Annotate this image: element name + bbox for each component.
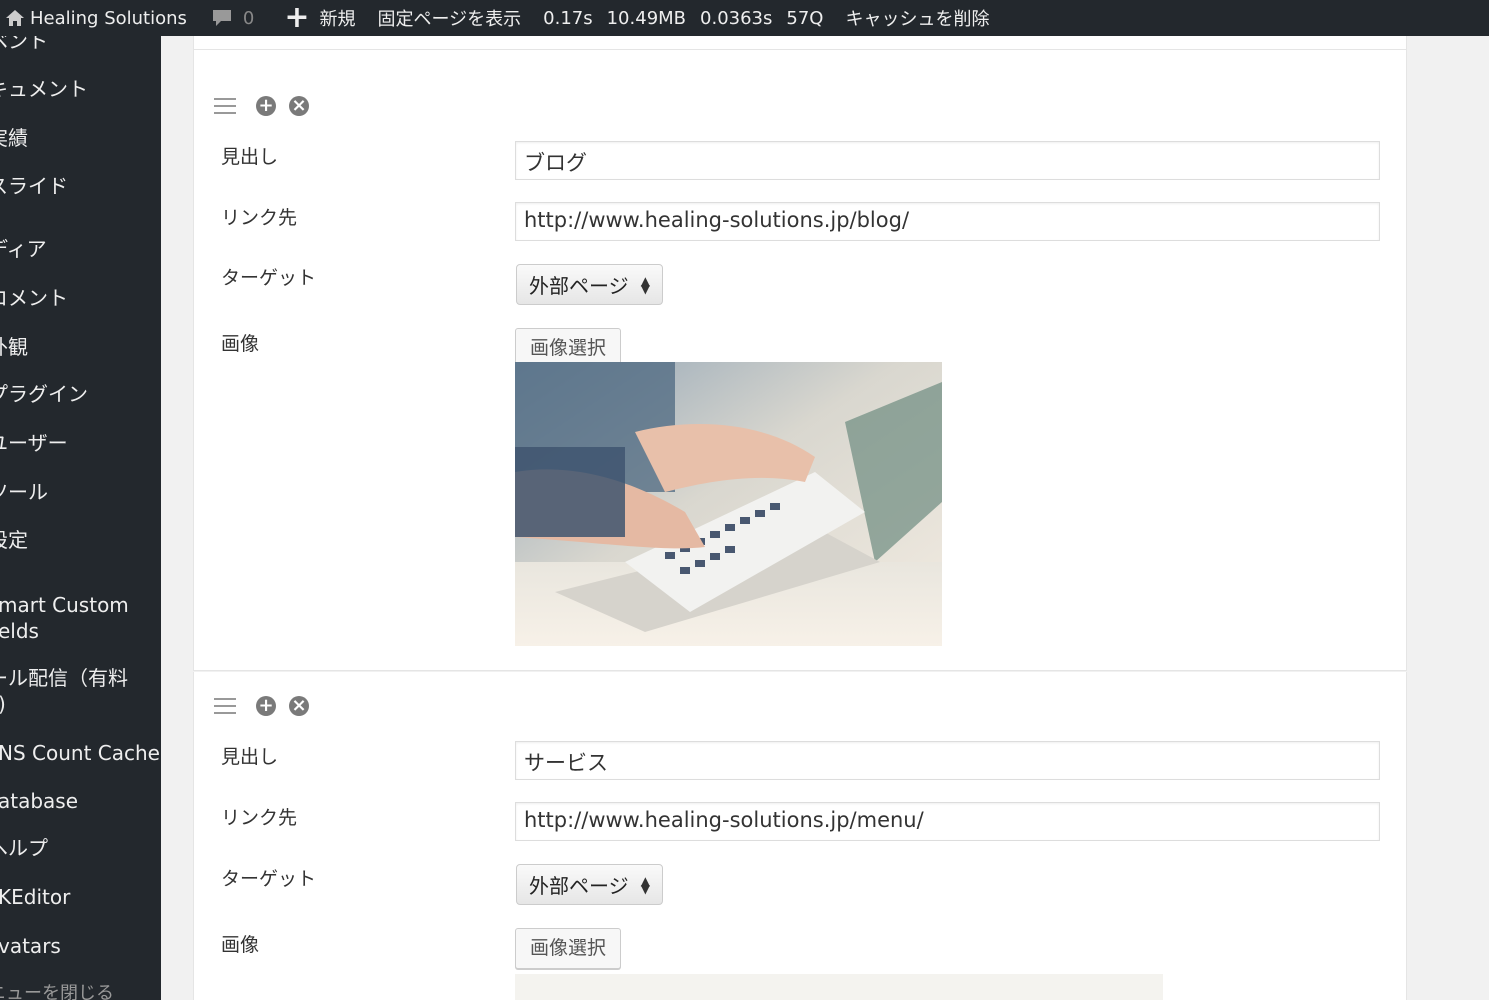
heading-label: 見出し	[221, 746, 279, 768]
target-select-value: 外部ページ	[529, 274, 629, 298]
add-row-icon[interactable]: +	[256, 96, 276, 116]
select-arrows-icon: ▲ ▼	[640, 273, 650, 296]
sidebar-item-sns-count-cache[interactable]: NS Count Cache	[0, 740, 160, 766]
sidebar-item-documents[interactable]: キュメント	[0, 76, 88, 102]
select-image-button[interactable]: 画像選択	[515, 928, 621, 969]
clear-cache-link[interactable]: キャッシュを削除	[845, 0, 989, 36]
sidebar-item-slides[interactable]: スライド	[0, 173, 68, 199]
admin-bar: Healing Solutions 0 + 新規 固定ページを表示 0.17s …	[0, 0, 1489, 36]
sidebar-item-ckeditor[interactable]: KEditor	[0, 884, 70, 910]
drag-handle-icon[interactable]	[214, 698, 236, 714]
new-label: 新規	[319, 9, 356, 30]
link-input[interactable]: http://www.healing-solutions.jp/menu/	[515, 802, 1380, 841]
image-label: 画像	[221, 934, 260, 956]
main-content: + × 見出し ブログ リンク先 http://www.healing-solu…	[161, 36, 1489, 1000]
remove-row-icon[interactable]: ×	[289, 696, 309, 716]
target-label: ターゲット	[221, 267, 317, 289]
target-label: ターゲット	[221, 868, 317, 890]
sidebar-item-smart-custom-fields-2[interactable]: elds	[0, 618, 39, 644]
heading-label: 見出し	[221, 146, 279, 168]
repeat-group: + × 見出し サービス リンク先 http://www.healing-sol…	[193, 672, 1407, 1000]
drag-handle-icon[interactable]	[214, 98, 236, 114]
new-content-button[interactable]: + 新規	[284, 0, 355, 36]
comments-link[interactable]: 0	[211, 0, 254, 36]
sidebar-item-mail-delivery[interactable]: ール配信（有料	[0, 665, 128, 691]
sidebar-item-smart-custom-fields[interactable]: mart Custom	[0, 592, 129, 618]
link-label: リンク先	[221, 807, 298, 829]
sidebar-item-mail-delivery-2[interactable]: ｼ)	[0, 691, 6, 717]
sidebar-item-database[interactable]: atabase	[0, 788, 78, 814]
admin-sidebar: ベント キュメント 実績 スライド ディア コメント 外観 プラグイン ユーザー…	[0, 36, 161, 1000]
sidebar-item-media[interactable]: ディア	[0, 236, 47, 262]
heading-input[interactable]: サービス	[515, 741, 1380, 780]
sidebar-item-tools[interactable]: ツール	[0, 479, 48, 505]
group-controls: + ×	[214, 96, 322, 116]
stat-time[interactable]: 0.17s	[543, 0, 592, 36]
stat-query-time[interactable]: 0.0363s	[700, 0, 772, 36]
site-name-link[interactable]: Healing Solutions	[30, 0, 187, 36]
sidebar-item-comments[interactable]: コメント	[0, 285, 68, 311]
view-page-link[interactable]: 固定ページを表示	[378, 0, 522, 36]
link-input[interactable]: http://www.healing-solutions.jp/blog/	[515, 202, 1380, 241]
sidebar-item-avatars[interactable]: vatars	[0, 933, 61, 959]
sidebar-item-settings[interactable]: 設定	[0, 527, 28, 553]
repeat-group: + × 見出し ブログ リンク先 http://www.healing-solu…	[193, 50, 1407, 671]
select-arrows-icon: ▲ ▼	[640, 873, 650, 896]
previous-group-edge	[193, 36, 1407, 50]
add-row-icon[interactable]: +	[256, 696, 276, 716]
sidebar-item-events[interactable]: ベント	[0, 36, 48, 54]
target-select[interactable]: 外部ページ ▲ ▼	[516, 264, 663, 305]
plus-icon: +	[284, 0, 310, 35]
remove-row-icon[interactable]: ×	[289, 96, 309, 116]
image-label: 画像	[221, 333, 260, 355]
stat-memory[interactable]: 10.49MB	[607, 0, 686, 36]
comments-count: 0	[242, 7, 255, 29]
group-controls: + ×	[214, 696, 322, 716]
home-icon[interactable]	[0, 0, 30, 36]
link-label: リンク先	[221, 207, 298, 229]
stat-queries[interactable]: 57Q	[786, 0, 823, 36]
target-select[interactable]: 外部ページ ▲ ▼	[516, 864, 663, 905]
sidebar-item-users[interactable]: ユーザー	[0, 430, 68, 456]
sidebar-item-plugins[interactable]: プラグイン	[0, 381, 88, 407]
image-preview[interactable]	[515, 362, 942, 646]
target-select-value: 外部ページ	[529, 874, 629, 898]
sidebar-item-works[interactable]: 実績	[0, 125, 28, 151]
image-preview[interactable]	[515, 974, 1163, 1000]
comment-icon	[212, 10, 231, 26]
sidebar-collapse-menu[interactable]: ニューを閉じる	[0, 981, 114, 1000]
sidebar-item-appearance[interactable]: 外観	[0, 334, 28, 360]
heading-input[interactable]: ブログ	[515, 141, 1380, 180]
sidebar-item-help[interactable]: ヘルプ	[0, 835, 48, 861]
